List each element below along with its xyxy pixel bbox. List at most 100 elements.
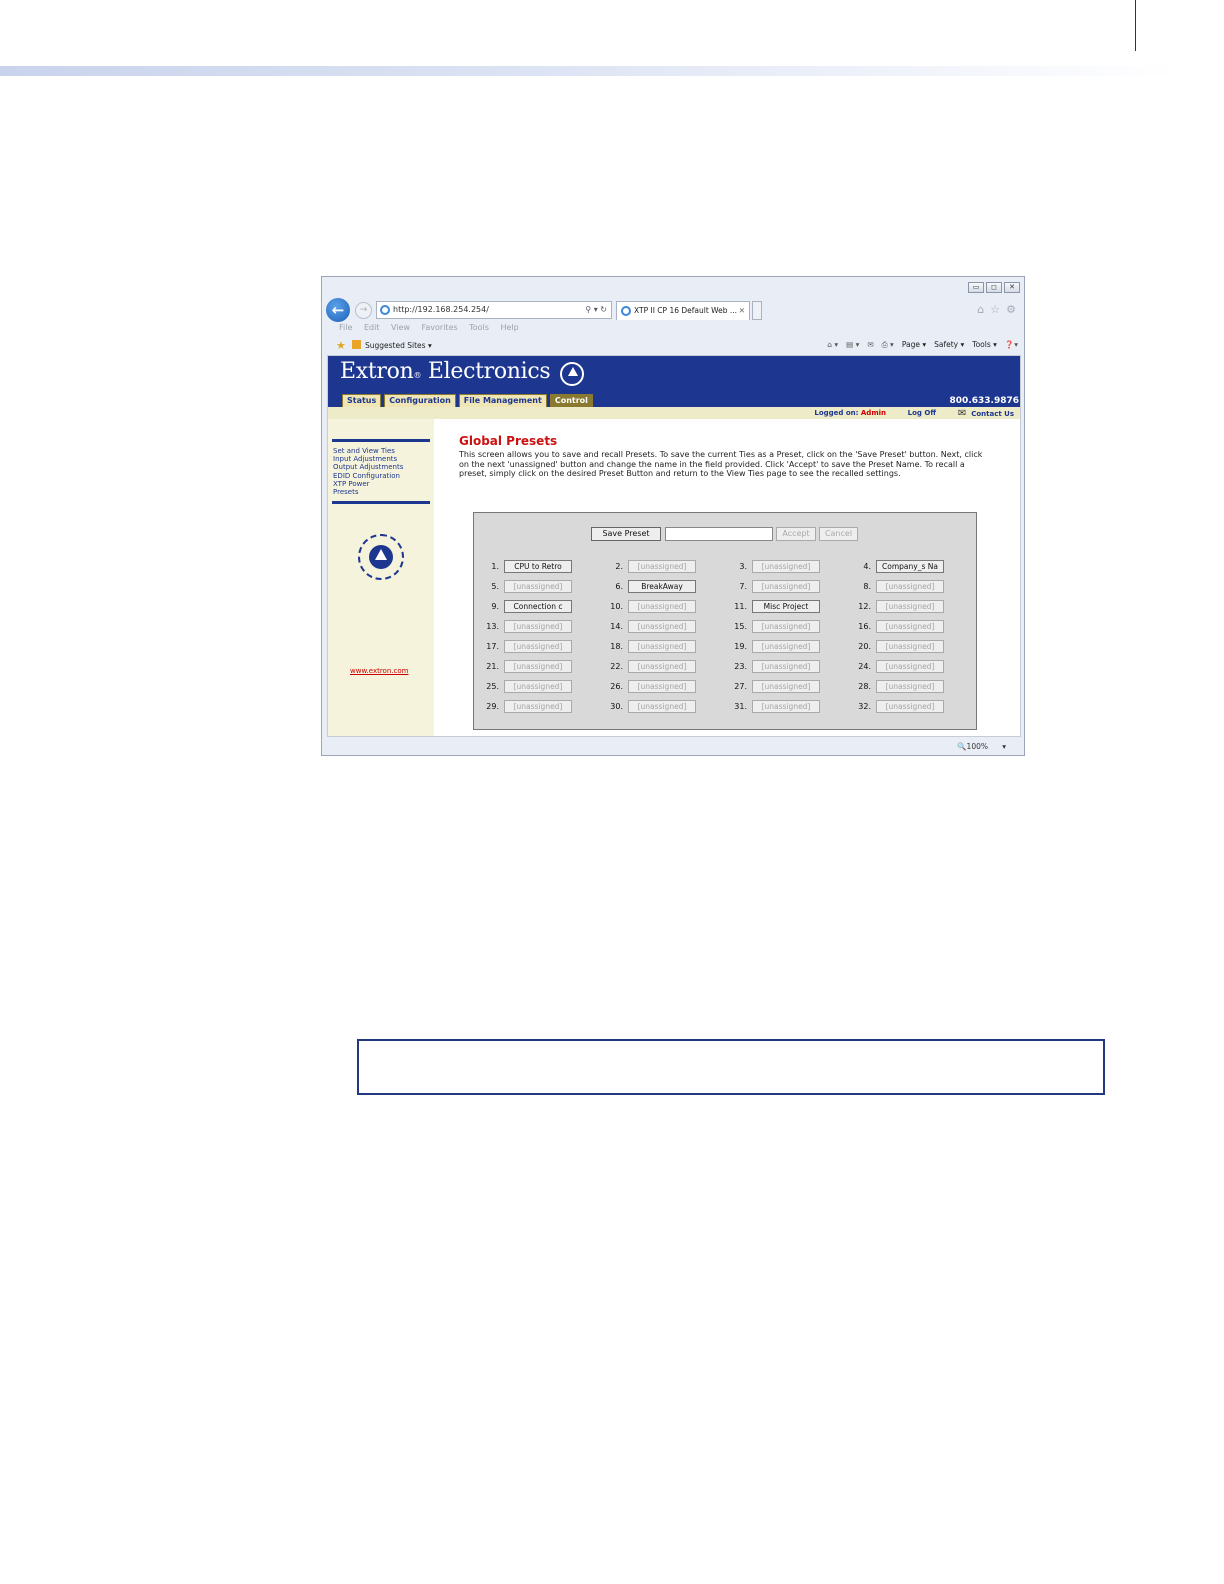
document-page: ▭ ◻ ✕ ← → http://192.168.254.254/ ⚲ ▾ ↻ … xyxy=(0,0,1224,1584)
preset-button[interactable]: Connection c xyxy=(504,600,572,613)
preset-button[interactable]: [unassigned] xyxy=(504,680,572,693)
maximize-button[interactable]: ◻ xyxy=(986,282,1002,293)
help-icon[interactable]: ❓▾ xyxy=(1005,340,1018,350)
gear-icon[interactable]: ⚙ xyxy=(1006,303,1016,316)
preset-cell: 18. [unassigned] xyxy=(598,640,718,654)
home-icon[interactable]: ⌂ xyxy=(977,303,984,316)
preset-cell: 24. [unassigned] xyxy=(846,660,966,674)
back-arrow-icon[interactable]: ← xyxy=(326,298,350,322)
forward-arrow-icon[interactable]: → xyxy=(355,302,372,319)
menu-tools[interactable]: Tools xyxy=(469,323,489,332)
preset-button[interactable]: [unassigned] xyxy=(752,700,820,713)
save-preset-button[interactable]: Save Preset xyxy=(591,527,661,541)
preset-cell: 15. [unassigned] xyxy=(722,620,842,634)
tab-configuration[interactable]: Configuration xyxy=(384,394,456,407)
zoom-dropdown-icon[interactable]: ▾ xyxy=(1002,742,1006,751)
favorites-icon[interactable]: ★ xyxy=(336,339,346,352)
preset-cell: 29. [unassigned] xyxy=(474,700,594,714)
sidebar-item-input-adjustments[interactable]: Input Adjustments xyxy=(333,455,403,463)
preset-button[interactable]: [unassigned] xyxy=(504,580,572,593)
preset-number: 14. xyxy=(610,622,623,631)
preset-button[interactable]: [unassigned] xyxy=(876,680,944,693)
menu-help[interactable]: Help xyxy=(500,323,518,332)
address-bar[interactable]: http://192.168.254.254/ ⚲ ▾ ↻ xyxy=(376,301,612,319)
log-off-link[interactable]: Log Off xyxy=(908,409,936,417)
cancel-button[interactable]: Cancel xyxy=(819,527,858,541)
home-command-icon[interactable]: ⌂ ▾ xyxy=(827,340,838,350)
preset-button[interactable]: [unassigned] xyxy=(876,660,944,673)
tab-control[interactable]: Control xyxy=(549,394,593,407)
preset-button[interactable]: [unassigned] xyxy=(628,620,696,633)
close-window-button[interactable]: ✕ xyxy=(1004,282,1020,293)
sidebar-item-xtp-power[interactable]: XTP Power xyxy=(333,480,403,488)
preset-button[interactable]: [unassigned] xyxy=(876,600,944,613)
website-link[interactable]: www.extron.com xyxy=(350,667,408,675)
preset-button[interactable]: [unassigned] xyxy=(628,700,696,713)
page-title: Global Presets xyxy=(459,434,558,448)
preset-cell: 5. [unassigned] xyxy=(474,580,594,594)
preset-cell: 1. CPU to Retro xyxy=(474,560,594,574)
preset-button[interactable]: [unassigned] xyxy=(628,680,696,693)
preset-button[interactable]: [unassigned] xyxy=(504,640,572,653)
suggested-sites-link[interactable]: Suggested Sites ▾ xyxy=(352,340,432,350)
preset-button[interactable]: [unassigned] xyxy=(504,620,572,633)
new-tab-button[interactable] xyxy=(752,301,762,320)
menu-view[interactable]: View xyxy=(391,323,410,332)
preset-button[interactable]: Misc Project xyxy=(752,600,820,613)
preset-button[interactable]: [unassigned] xyxy=(752,640,820,653)
contact-us-link[interactable]: ✉ Contact Us xyxy=(958,408,1014,419)
sidebar-item-edid-configuration[interactable]: EDID Configuration xyxy=(333,472,403,480)
menu-edit[interactable]: Edit xyxy=(364,323,380,332)
menu-file[interactable]: File xyxy=(339,323,352,332)
preset-button[interactable]: [unassigned] xyxy=(628,560,696,573)
preset-button[interactable]: [unassigned] xyxy=(876,620,944,633)
browser-tab[interactable]: XTP II CP 16 Default Web ... ✕ xyxy=(616,301,750,320)
preset-name-input[interactable] xyxy=(665,527,773,541)
menu-bar: File Edit View Favorites Tools Help xyxy=(322,323,1024,337)
sidebar-item-output-adjustments[interactable]: Output Adjustments xyxy=(333,463,403,471)
accept-button[interactable]: Accept xyxy=(776,527,816,541)
menu-favorites[interactable]: Favorites xyxy=(422,323,458,332)
feeds-icon[interactable]: ▤ ▾ xyxy=(846,340,859,350)
print-icon[interactable]: ⎙ ▾ xyxy=(882,340,894,350)
search-refresh-icon[interactable]: ⚲ ▾ ↻ xyxy=(585,302,607,318)
note-box xyxy=(357,1039,1105,1095)
preset-button[interactable]: [unassigned] xyxy=(752,680,820,693)
preset-cell: 3. [unassigned] xyxy=(722,560,842,574)
safety-menu[interactable]: Safety ▾ xyxy=(934,340,964,350)
tab-title: XTP II CP 16 Default Web ... xyxy=(634,306,738,315)
preset-number: 9. xyxy=(491,602,499,611)
page-menu[interactable]: Page ▾ xyxy=(902,340,926,350)
preset-button[interactable]: [unassigned] xyxy=(504,700,572,713)
site-header: Extron® Electronics Status Configuration… xyxy=(328,356,1020,407)
tools-menu[interactable]: Tools ▾ xyxy=(972,340,997,350)
preset-button[interactable]: [unassigned] xyxy=(876,700,944,713)
preset-button[interactable]: BreakAway xyxy=(628,580,696,593)
phone-number: 800.633.9876 xyxy=(949,396,1019,406)
preset-number: 32. xyxy=(858,702,871,711)
preset-button[interactable]: CPU to Retro xyxy=(504,560,572,573)
preset-button[interactable]: [unassigned] xyxy=(876,580,944,593)
suggested-sites-icon xyxy=(352,340,361,349)
preset-button[interactable]: [unassigned] xyxy=(752,620,820,633)
preset-button[interactable]: [unassigned] xyxy=(876,640,944,653)
preset-button[interactable]: Company_s Na xyxy=(876,560,944,573)
sidebar-item-set-and-view-ties[interactable]: Set and View Ties xyxy=(333,447,403,455)
preset-button[interactable]: [unassigned] xyxy=(752,660,820,673)
ie-tab-icon xyxy=(621,306,631,316)
preset-button[interactable]: [unassigned] xyxy=(504,660,572,673)
preset-button[interactable]: [unassigned] xyxy=(628,640,696,653)
tab-file-management[interactable]: File Management xyxy=(458,394,547,407)
preset-button[interactable]: [unassigned] xyxy=(628,600,696,613)
mail-icon[interactable]: ✉ xyxy=(867,340,873,350)
preset-cell: 9. Connection c xyxy=(474,600,594,614)
tab-status[interactable]: Status xyxy=(342,394,382,407)
zoom-level[interactable]: 🔍100% xyxy=(957,742,988,751)
preset-button[interactable]: [unassigned] xyxy=(752,580,820,593)
preset-button[interactable]: [unassigned] xyxy=(752,560,820,573)
close-tab-icon[interactable]: ✕ xyxy=(739,302,745,320)
sidebar-item-presets[interactable]: Presets xyxy=(333,488,403,496)
favorites-star-icon[interactable]: ☆ xyxy=(990,303,1000,316)
preset-button[interactable]: [unassigned] xyxy=(628,660,696,673)
minimize-button[interactable]: ▭ xyxy=(968,282,984,293)
